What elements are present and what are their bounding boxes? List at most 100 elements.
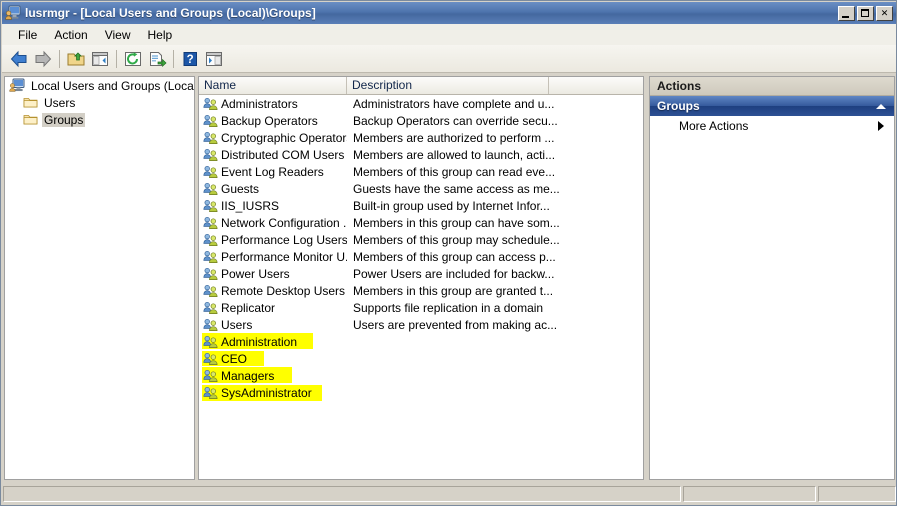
lusrmgr-window: lusrmgr - [Local Users and Groups (Local… [0,0,897,506]
actions-panel: Actions Groups More Actions [649,76,895,480]
folder-icon [23,96,38,109]
table-row[interactable]: Administrators Administrators have comple… [199,95,643,112]
group-name-label: CEO [221,351,248,366]
table-row[interactable]: Administration [199,333,643,350]
group-name-label: Backup Operators [221,113,318,128]
cell-group-name: CEO [199,352,347,366]
table-row[interactable]: Power Users Power Users are included for … [199,265,643,282]
group-name-label: Guests [221,181,260,196]
show-hide-tree-icon[interactable] [88,47,112,71]
column-header-blank[interactable] [549,77,643,94]
cell-group-name: Administrators [199,97,347,111]
help-icon[interactable]: ? [178,47,202,71]
cell-group-name: Power Users [199,267,347,281]
back-icon[interactable] [7,47,31,71]
group-icon [203,369,218,383]
list-column-headers: Name Description [199,77,643,95]
folder-icon [23,113,38,126]
group-name-label: IIS_IUSRS [221,198,280,213]
status-pane-3 [818,486,896,502]
group-icon [203,386,218,400]
forward-icon[interactable] [31,47,55,71]
column-header-name[interactable]: Name [199,77,347,94]
show-hide-action-pane-icon[interactable] [202,47,226,71]
close-button[interactable]: ✕ [876,5,893,21]
cell-group-description: Members in this group are granted t... [353,283,554,298]
cell-group-description: Supports file replication in a domain [353,300,544,315]
table-row[interactable]: Event Log Readers Members of this group c… [199,163,643,180]
table-row[interactable]: Network Configuration ... Members in this… [199,214,643,231]
group-icon [203,284,218,298]
actions-group-header[interactable]: Groups [650,96,894,116]
group-icon [203,114,218,128]
group-name-label: Performance Log Users [221,232,347,247]
group-name-label: Distributed COM Users [221,147,345,162]
group-icon [203,216,218,230]
status-pane-1 [3,486,681,502]
group-icon [203,182,218,196]
toolbar: ? [2,45,896,73]
table-row[interactable]: CEO [199,350,643,367]
table-row[interactable]: Performance Log Users Members of this gro… [199,231,643,248]
tree-item-users[interactable]: Users [5,94,194,111]
up-folder-icon[interactable] [64,47,88,71]
svg-text:?: ? [187,54,194,66]
group-name-label: Event Log Readers [221,164,324,179]
column-header-description[interactable]: Description [347,77,549,94]
group-icon [203,352,218,366]
group-icon [203,233,218,247]
toolbar-separator [173,49,174,68]
tree-item-groups-label: Groups [42,112,86,127]
cell-group-name: Replicator [199,301,347,315]
cell-group-description: Administrators have complete and u... [353,96,555,111]
cell-group-name: Event Log Readers [199,165,347,179]
groups-list-panel: Name Description Administrators Administr… [198,76,644,480]
table-row[interactable]: Guests Guests have the same access as me.… [199,180,643,197]
table-row[interactable]: Replicator Supports file replication in a… [199,299,643,316]
group-name-label: Remote Desktop Users [221,283,346,298]
cell-group-name: Administration [199,335,347,349]
action-more-actions[interactable]: More Actions [650,116,894,136]
cell-group-description: Built-in group used by Internet Infor... [353,198,550,213]
cell-group-description: Members in this group can have som... [353,215,560,230]
group-icon [203,131,218,145]
console-tree-panel: Local Users and Groups (Local) Users Gro… [4,76,195,480]
group-icon [203,301,218,315]
table-row[interactable]: Remote Desktop Users Members in this grou… [199,282,643,299]
group-name-label: Network Configuration ... [221,215,347,230]
tree-item-groups[interactable]: Groups [5,111,194,128]
cell-group-name: Performance Monitor U... [199,250,347,264]
menu-help[interactable]: Help [140,26,182,44]
cell-group-name: Managers [199,369,347,383]
menu-view[interactable]: View [97,26,140,44]
chevron-up-icon[interactable] [876,103,886,109]
restore-button[interactable] [857,5,874,21]
menu-action[interactable]: Action [46,26,96,44]
cell-group-description: Backup Operators can override secu... [353,113,558,128]
cell-group-description: Guests have the same access as me... [353,181,560,196]
window-title: lusrmgr - [Local Users and Groups (Local… [25,6,316,20]
cell-group-description: Users are prevented from making ac... [353,317,558,332]
cell-group-description: Members are allowed to launch, acti... [353,147,556,162]
title-bar: lusrmgr - [Local Users and Groups (Local… [2,2,896,24]
table-row[interactable]: Backup Operators Backup Operators can ove… [199,112,643,129]
table-row[interactable]: Distributed COM Users Members are allowed… [199,146,643,163]
group-name-label: Administration [221,334,298,349]
minimize-button[interactable] [838,5,855,21]
cell-group-description: Members of this group can access p... [353,249,556,264]
tree-root-node[interactable]: Local Users and Groups (Local) [5,77,194,94]
export-list-icon[interactable] [145,47,169,71]
refresh-icon[interactable] [121,47,145,71]
cell-group-name: Performance Log Users [199,233,347,247]
table-row[interactable]: Performance Monitor U... Members of this … [199,248,643,265]
cell-group-name: Cryptographic Operators [199,131,347,145]
group-name-label: Replicator [221,300,276,315]
status-pane-2 [683,486,816,502]
group-icon [203,97,218,111]
table-row[interactable]: IIS_IUSRS Built-in group used by Internet… [199,197,643,214]
table-row[interactable]: SysAdministrator [199,384,643,401]
table-row[interactable]: Managers [199,367,643,384]
table-row[interactable]: Users Users are prevented from making ac.… [199,316,643,333]
table-row[interactable]: Cryptographic Operators Members are autho… [199,129,643,146]
menu-file[interactable]: File [10,26,46,44]
